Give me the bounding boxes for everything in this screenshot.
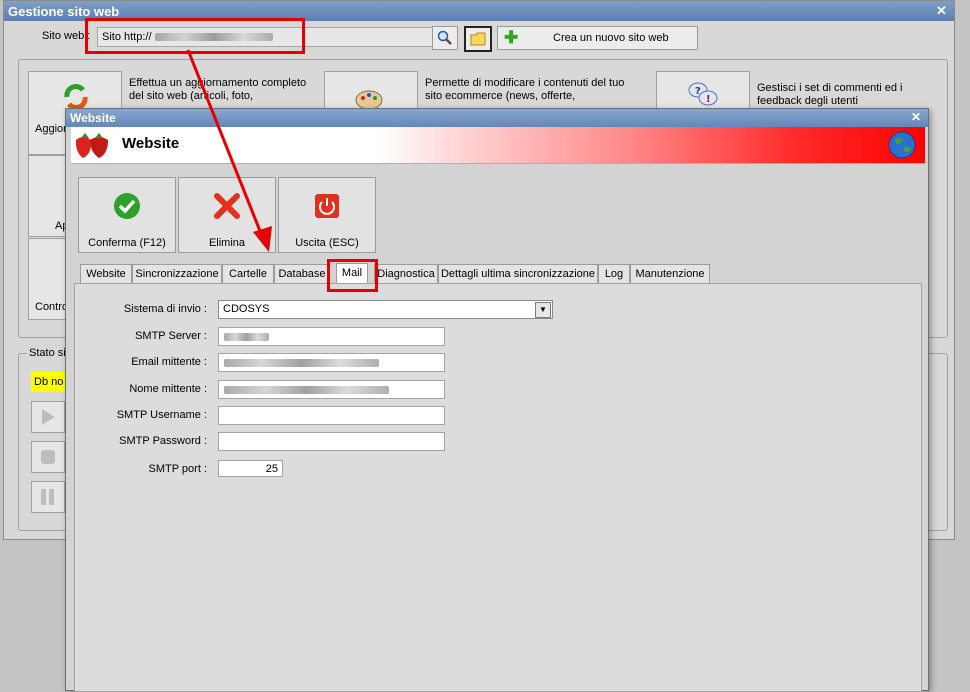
dialog-header: Website <box>71 127 925 164</box>
smtp-port-field[interactable]: 25 <box>218 460 283 477</box>
dialog-close-icon[interactable]: ✕ <box>911 110 921 124</box>
confirm-label: Conferma (F12) <box>88 237 166 249</box>
tab-diagnostica[interactable]: Diagnostica <box>374 264 438 283</box>
create-new-site-label: Crea un nuovo sito web <box>553 32 669 44</box>
smtp-port-label: SMTP port : <box>148 463 207 475</box>
delete-x-icon <box>214 193 240 219</box>
stop-icon <box>41 450 55 464</box>
pause-icon <box>41 489 54 505</box>
dialog-header-title: Website <box>122 135 180 152</box>
smtp-username-label: SMTP Username : <box>116 409 207 421</box>
outer-window-title: Gestione sito web <box>8 4 120 19</box>
sender-email-blurred <box>224 359 379 367</box>
send-system-select[interactable]: CDOSYS ▼ <box>218 300 553 319</box>
smtp-password-label: SMTP Password : <box>119 435 207 447</box>
annotation-site-box <box>85 18 305 54</box>
strawberry-logo-icon <box>75 133 108 158</box>
tab-manutenzione[interactable]: Manutenzione <box>630 264 710 283</box>
annotation-mail-tab-box <box>327 259 378 292</box>
feedback-description: Gestisci i set di commenti ed i feedback… <box>757 82 903 107</box>
tab-website[interactable]: Website <box>80 264 132 283</box>
globe-icon <box>888 131 916 159</box>
pause-button[interactable] <box>31 481 65 513</box>
sender-name-field[interactable] <box>218 380 445 399</box>
edit-content-description: Permette di modificare i contenuti del t… <box>425 77 625 102</box>
site-label: Sito web : <box>42 30 91 42</box>
sender-email-label: Email mittente : <box>131 356 207 368</box>
tab-dettagli-sincronizzazione[interactable]: Dettagli ultima sincronizzazione <box>438 264 598 283</box>
help-bubbles-icon: ?! <box>688 82 718 106</box>
dialog-titlebar: Website ✕ <box>66 109 928 127</box>
smtp-username-field[interactable] <box>218 406 445 425</box>
mail-tab-content: Sistema di invio : CDOSYS ▼ SMTP Server … <box>74 283 922 692</box>
search-icon <box>437 30 452 45</box>
control-label: Contro <box>35 301 69 313</box>
play-icon <box>42 409 55 425</box>
smtp-password-field[interactable] <box>218 432 445 451</box>
folder-icon <box>470 32 486 46</box>
update-site-label: Aggior <box>35 123 67 135</box>
tab-database[interactable]: Database <box>274 264 330 283</box>
exit-button[interactable]: Uscita (ESC) <box>278 177 376 253</box>
sender-email-field[interactable] <box>218 353 445 372</box>
confirm-button[interactable]: Conferma (F12) <box>78 177 176 253</box>
play-button[interactable] <box>31 401 65 433</box>
smtp-server-label: SMTP Server : <box>135 330 207 342</box>
delete-button[interactable]: Elimina <box>178 177 276 253</box>
checkmark-icon <box>114 193 140 219</box>
dialog-title: Website <box>70 111 116 125</box>
plus-icon: ✚ <box>504 28 519 47</box>
tab-sincronizzazione[interactable]: Sincronizzazione <box>132 264 222 283</box>
exit-label: Uscita (ESC) <box>295 237 359 249</box>
chevron-down-icon[interactable]: ▼ <box>535 302 551 318</box>
search-button[interactable] <box>432 26 458 50</box>
power-icon <box>315 194 339 218</box>
sender-name-label: Nome mittente : <box>129 383 207 395</box>
delete-label: Elimina <box>208 237 246 249</box>
send-system-label: Sistema di invio : <box>123 303 207 315</box>
svg-text:!: ! <box>706 94 711 105</box>
send-system-value: CDOSYS <box>223 303 270 315</box>
update-site-description: Effettua un aggiornamento completo del s… <box>129 77 307 102</box>
outer-close-icon[interactable]: ✕ <box>936 3 947 19</box>
sender-name-blurred <box>224 386 389 394</box>
open-folder-button[interactable] <box>464 26 492 52</box>
smtp-server-field[interactable] <box>218 327 445 346</box>
stop-button[interactable] <box>31 441 65 473</box>
smtp-server-blurred <box>224 333 269 341</box>
create-new-site-button[interactable]: ✚ Crea un nuovo sito web <box>497 26 698 50</box>
website-dialog: Website ✕ Website Conferma (F12) Elimina… <box>65 108 929 692</box>
tab-cartelle[interactable]: Cartelle <box>222 264 274 283</box>
tab-log[interactable]: Log <box>598 264 630 283</box>
